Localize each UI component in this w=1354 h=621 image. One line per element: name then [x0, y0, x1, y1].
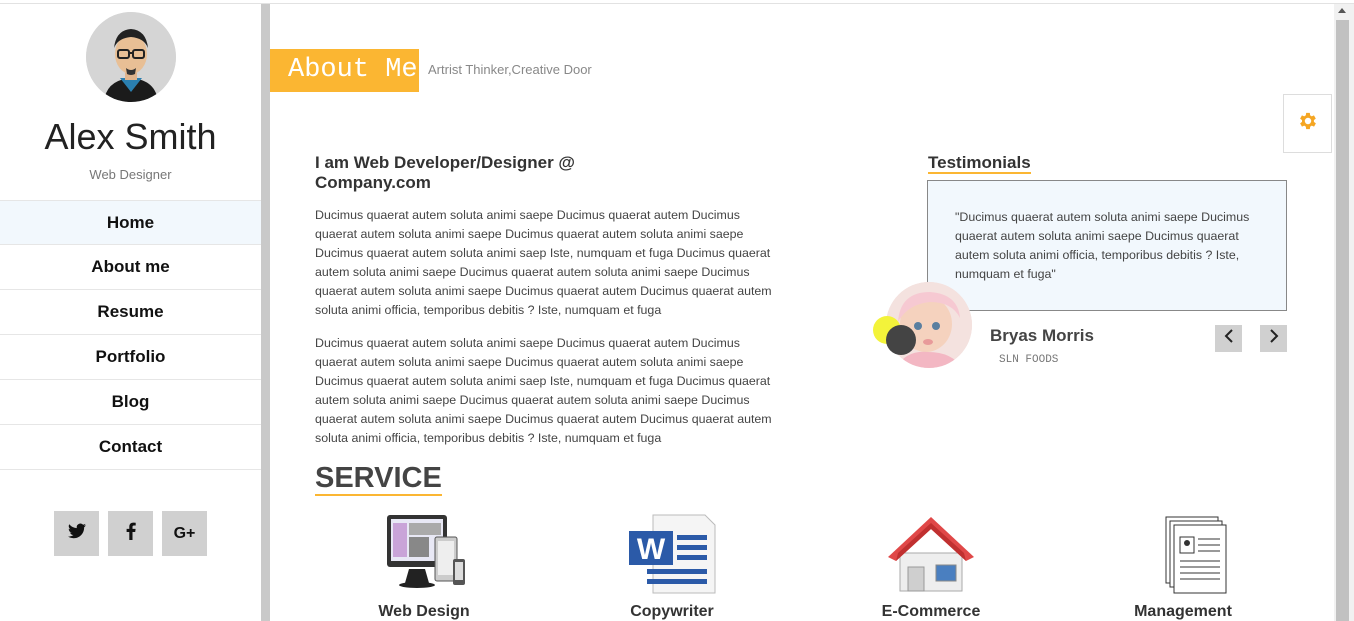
service-label: E-Commerce	[881, 603, 981, 620]
testimonials-heading: Testimonials	[928, 153, 1031, 174]
scroll-up-icon[interactable]	[1338, 8, 1346, 13]
service-heading: SERVICE	[315, 462, 442, 496]
social-links: G+	[54, 511, 207, 556]
resume-documents-icon	[1138, 513, 1228, 595]
facebook-icon	[126, 522, 136, 545]
word-document-icon: W	[627, 513, 717, 595]
testimonial-prev-button[interactable]	[1215, 325, 1242, 352]
testimonial-next-button[interactable]	[1260, 325, 1287, 352]
about-paragraph-2: Ducimus quaerat autem soluta animi saepe…	[315, 336, 772, 445]
service-copywriter[interactable]: W Copywriter	[602, 513, 742, 621]
chevron-right-icon	[1269, 329, 1279, 348]
nav-item-resume[interactable]: Resume	[0, 290, 261, 335]
decor-dot-dark	[886, 325, 916, 355]
scrollbar-thumb[interactable]	[1336, 20, 1349, 621]
testimonial-company: SLN FOODS	[999, 354, 1059, 366]
about-paragraph-1: Ducimus quaerat autem soluta animi saepe…	[315, 208, 772, 317]
monitor-devices-icon	[379, 513, 469, 595]
googleplus-icon: G+	[173, 524, 196, 542]
sidebar-nav: Home About me Resume Portfolio Blog Cont…	[0, 200, 261, 470]
twitter-icon	[67, 523, 86, 544]
nav-item-portfolio[interactable]: Portfolio	[0, 335, 261, 380]
facebook-button[interactable]	[108, 511, 153, 556]
googleplus-button[interactable]: G+	[162, 511, 207, 556]
testimonial-quote: "Ducimus quaerat autem soluta animi saep…	[927, 180, 1287, 311]
profile-name: Alex Smith	[44, 116, 217, 157]
avatar	[86, 12, 176, 102]
service-web-design[interactable]: Web Design	[354, 513, 494, 621]
nav-item-contact[interactable]: Contact	[0, 425, 261, 470]
intro-title: I am Web Developer/Designer @ Company.co…	[315, 153, 576, 192]
svg-text:W: W	[637, 533, 666, 566]
testimonial-author: Bryas Morris	[990, 326, 1094, 345]
twitter-button[interactable]	[54, 511, 99, 556]
sidebar: Alex Smith Web Designer Home About me Re…	[0, 4, 261, 621]
nav-item-about[interactable]: About me	[0, 245, 261, 290]
service-label: Management	[1134, 603, 1232, 620]
nav-item-home[interactable]: Home	[0, 200, 261, 245]
gear-icon	[1297, 110, 1319, 137]
service-label: Web Design	[378, 603, 470, 620]
service-label: Copywriter	[630, 603, 714, 620]
nav-item-blog[interactable]: Blog	[0, 380, 261, 425]
about-subtitle: Artrist Thinker,Creative Door	[428, 62, 592, 77]
chevron-left-icon	[1224, 329, 1234, 348]
sidebar-divider	[261, 4, 270, 621]
profile-role: Web Designer	[89, 167, 172, 182]
service-ecommerce[interactable]: E-Commerce	[861, 513, 1001, 621]
about-me-tag: About Me	[270, 49, 419, 92]
settings-button[interactable]	[1283, 94, 1332, 153]
service-management[interactable]: Management	[1113, 513, 1253, 621]
house-icon	[886, 513, 976, 595]
